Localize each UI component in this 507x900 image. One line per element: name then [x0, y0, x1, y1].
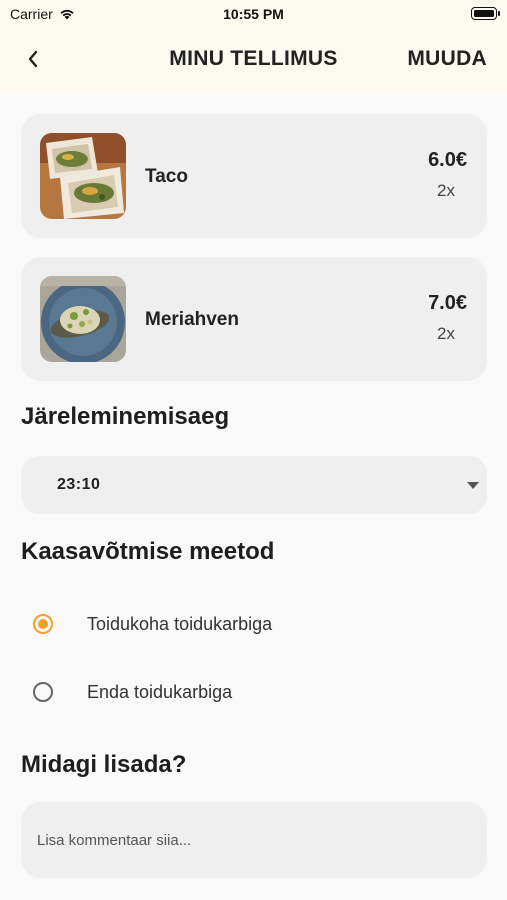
- item-name: Meriahven: [145, 309, 239, 330]
- pickup-time-heading: Järeleminemisaeg: [21, 403, 230, 430]
- edit-button[interactable]: MUUDA: [407, 47, 487, 71]
- back-button[interactable]: [18, 44, 48, 74]
- radio-label: Enda toidukarbiga: [87, 681, 233, 702]
- item-price: 6.0€: [428, 149, 467, 171]
- taco-image: [40, 133, 126, 219]
- comment-heading: Midagi lisada?: [21, 751, 187, 778]
- item-price: 7.0€: [428, 292, 467, 314]
- radio-label: Toidukoha toidukarbiga: [87, 613, 273, 634]
- item-quantity: 2x: [437, 324, 455, 343]
- comment-input[interactable]: [35, 820, 469, 860]
- battery-icon: [471, 7, 500, 20]
- nav-header: MINU TELLIMUS MUUDA: [0, 28, 507, 92]
- radio-button-unchecked[interactable]: [33, 682, 53, 702]
- order-item-card[interactable]: Meriahven 7.0€ 2x: [21, 257, 487, 381]
- takeaway-method-heading: Kaasavõtmise meetod: [21, 538, 275, 565]
- pickup-time-value: 23:10: [57, 476, 101, 493]
- chevron-left-icon: [28, 50, 38, 68]
- radio-option-own-box[interactable]: Enda toidukarbiga: [33, 675, 232, 709]
- item-quantity: 2x: [437, 181, 455, 200]
- status-bar: Carrier 10:55 PM: [0, 0, 507, 28]
- caret-down-icon: [467, 482, 479, 489]
- pickup-time-select[interactable]: 23:10: [21, 456, 487, 514]
- comment-box: [21, 802, 487, 878]
- radio-button-checked[interactable]: [33, 614, 53, 634]
- item-name: Taco: [145, 166, 188, 187]
- order-item-card[interactable]: Taco 6.0€ 2x: [21, 114, 487, 238]
- fish-dish-image: [40, 276, 126, 362]
- radio-option-restaurant-box[interactable]: Toidukoha toidukarbiga: [33, 607, 272, 641]
- clock: 10:55 PM: [223, 6, 284, 22]
